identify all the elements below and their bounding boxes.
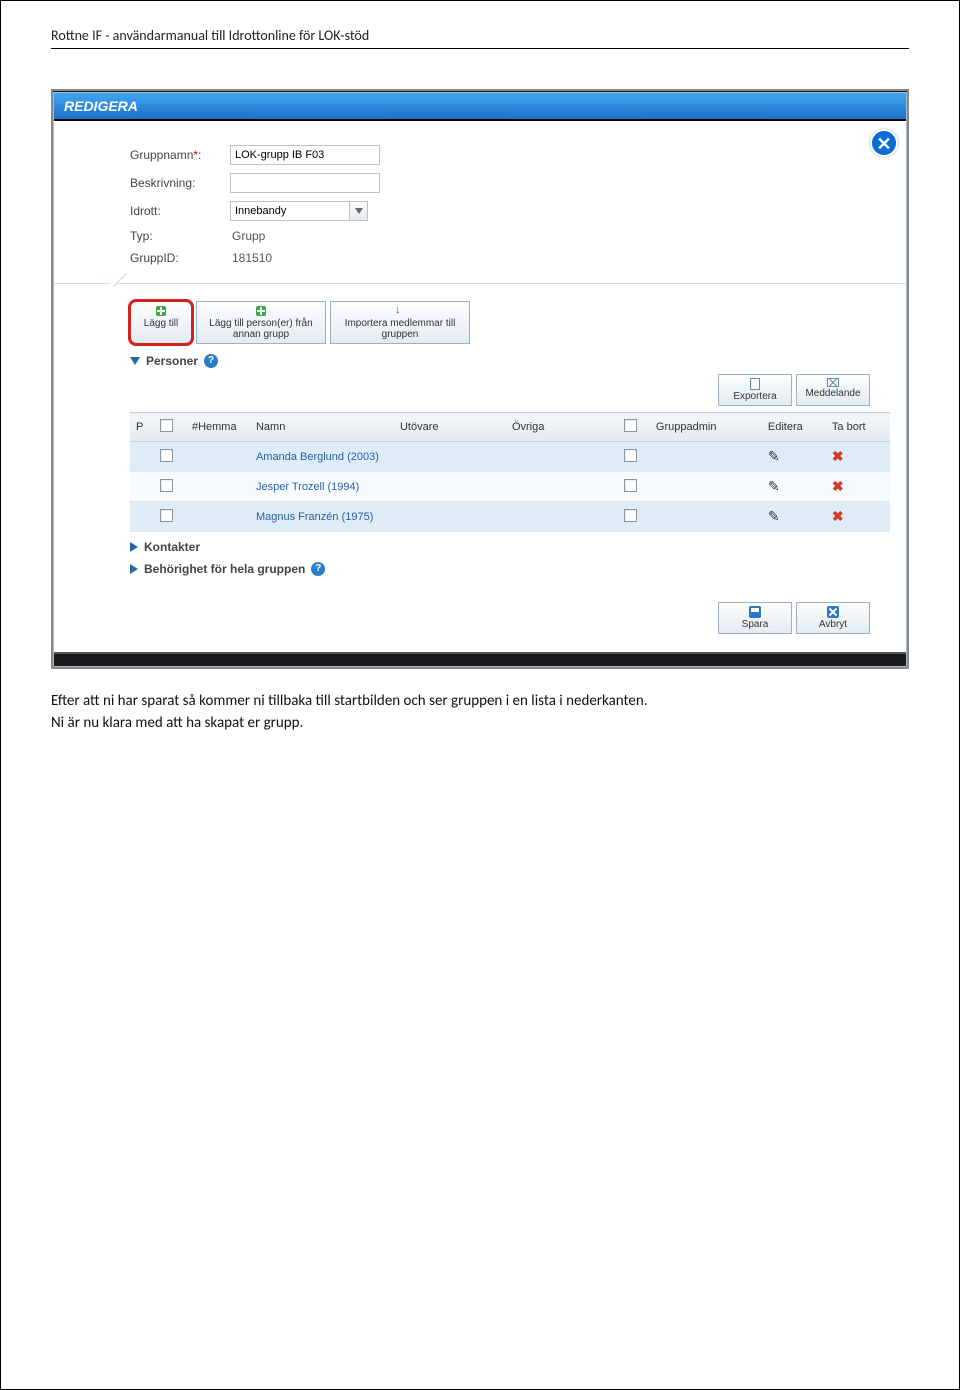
section-kontakter-header[interactable]: Kontakter: [130, 540, 890, 554]
delete-icon[interactable]: ✖: [832, 508, 844, 524]
modal-title-bar: REDIGERA: [54, 93, 906, 121]
import-members-button[interactable]: Importera medlemmar till gruppen: [330, 301, 470, 344]
beskrivning-label: Beskrivning:: [130, 176, 230, 190]
checkbox[interactable]: [160, 419, 173, 432]
add-from-group-label: Lägg till person(er) från annan grupp: [209, 318, 312, 340]
checkbox[interactable]: [624, 509, 637, 522]
checkbox[interactable]: [624, 419, 637, 432]
th-editera: Editera: [762, 413, 826, 442]
import-members-label: Importera medlemmar till gruppen: [345, 318, 456, 340]
table-header-row: P #Hemma Namn Utövare Övriga Gruppadmin …: [130, 413, 890, 442]
document-body-text: Efter att ni har sparat så kommer ni til…: [51, 691, 909, 735]
th-utovare: Utövare: [394, 413, 506, 442]
gruppnamn-input[interactable]: [230, 145, 380, 165]
idrott-select[interactable]: [230, 201, 350, 221]
help-icon[interactable]: ?: [311, 562, 325, 576]
th-ga-check: [618, 413, 650, 442]
export-label: Exportera: [733, 391, 776, 402]
pencil-icon[interactable]: ✎: [768, 508, 780, 524]
checkbox[interactable]: [160, 479, 173, 492]
screenshot-footer-bar: [54, 652, 906, 666]
section-behorighet-header[interactable]: Behörighet för hela gruppen ?: [130, 562, 890, 576]
idrott-label: Idrott:: [130, 204, 230, 218]
triangle-right-icon: [130, 542, 138, 552]
help-icon[interactable]: ?: [204, 354, 218, 368]
gruppid-value: 181510: [230, 251, 272, 265]
tab-panel: Lägg till Lägg till person(er) från anna…: [70, 301, 890, 634]
page-header-rule: [51, 48, 909, 49]
persons-table: P #Hemma Namn Utövare Övriga Gruppadmin …: [130, 412, 890, 532]
th-hemma: #Hemma: [186, 413, 250, 442]
table-row: Magnus Franzén (1975) ✎ ✖: [130, 502, 890, 532]
save-cancel-row: Spara Avbryt: [130, 602, 870, 634]
cancel-icon: [827, 606, 839, 618]
save-icon: [749, 606, 761, 618]
cancel-label: Avbryt: [819, 619, 847, 630]
triangle-right-icon: [130, 564, 138, 574]
modal-body: ✕ Gruppnamn*: Beskrivning: Idrott:: [54, 121, 906, 652]
paragraph: Efter att ni har sparat så kommer ni til…: [51, 691, 909, 713]
th-ovriga: Övriga: [506, 413, 618, 442]
typ-value: Grupp: [230, 229, 265, 243]
delete-icon[interactable]: ✖: [832, 448, 844, 464]
checkbox[interactable]: [160, 509, 173, 522]
pencil-icon[interactable]: ✎: [768, 478, 780, 494]
person-name-link[interactable]: Magnus Franzén (1975): [256, 511, 373, 523]
add-button-label: Lägg till: [144, 318, 178, 329]
plus-icon: [256, 306, 266, 316]
close-button[interactable]: ✕: [870, 129, 898, 157]
section-behorighet-title: Behörighet för hela gruppen: [144, 562, 305, 576]
screenshot-embed: REDIGERA ✕ Gruppnamn*: Beskrivning:: [51, 89, 909, 669]
document-page: Rottne IF - användarmanual till Idrotton…: [0, 0, 960, 1390]
th-namn: Namn: [250, 413, 394, 442]
export-button[interactable]: Exportera: [718, 374, 792, 406]
document-icon: [750, 378, 760, 390]
th-tabort: Ta bort: [826, 413, 890, 442]
modal-title: REDIGERA: [64, 98, 138, 114]
envelope-icon: [827, 378, 839, 387]
person-name-link[interactable]: Jesper Trozell (1994): [256, 481, 359, 493]
person-name-link[interactable]: Amanda Berglund (2003): [256, 451, 379, 463]
save-label: Spara: [742, 619, 769, 630]
group-edit-form: Gruppnamn*: Beskrivning: Idrott:: [70, 131, 890, 283]
checkbox[interactable]: [624, 449, 637, 462]
pencil-icon[interactable]: ✎: [768, 448, 780, 464]
th-p: P: [130, 413, 154, 442]
idrott-dropdown-arrow[interactable]: [350, 201, 368, 221]
delete-icon[interactable]: ✖: [832, 478, 844, 494]
add-button[interactable]: Lägg till: [130, 301, 192, 344]
th-check: [154, 413, 186, 442]
triangle-down-icon: [130, 357, 140, 365]
checkbox[interactable]: [624, 479, 637, 492]
save-button[interactable]: Spara: [718, 602, 792, 634]
section-personer-title: Personer: [146, 354, 198, 368]
tab-notch: [54, 283, 906, 301]
beskrivning-input[interactable]: [230, 173, 380, 193]
message-label: Meddelande: [805, 388, 860, 399]
cancel-button[interactable]: Avbryt: [796, 602, 870, 634]
import-icon: [395, 306, 405, 316]
checkbox[interactable]: [160, 449, 173, 462]
member-actions-row: Lägg till Lägg till person(er) från anna…: [130, 301, 890, 344]
page-header: Rottne IF - användarmanual till Idrotton…: [51, 21, 909, 46]
section-personer-header[interactable]: Personer ?: [130, 354, 890, 368]
paragraph: Ni är nu klara med att ha skapat er grup…: [51, 713, 909, 735]
table-row: Jesper Trozell (1994) ✎ ✖: [130, 472, 890, 502]
plus-icon: [156, 306, 166, 316]
typ-label: Typ:: [130, 229, 230, 243]
export-message-row: Exportera Meddelande: [130, 374, 870, 406]
th-gruppadmin: Gruppadmin: [650, 413, 762, 442]
gruppid-label: GruppID:: [130, 251, 230, 265]
table-row: Amanda Berglund (2003) ✎ ✖: [130, 442, 890, 472]
add-from-group-button[interactable]: Lägg till person(er) från annan grupp: [196, 301, 326, 344]
section-kontakter-title: Kontakter: [144, 540, 200, 554]
message-button[interactable]: Meddelande: [796, 374, 870, 406]
gruppnamn-label: Gruppnamn*:: [130, 148, 230, 162]
chevron-down-icon: [355, 208, 363, 214]
